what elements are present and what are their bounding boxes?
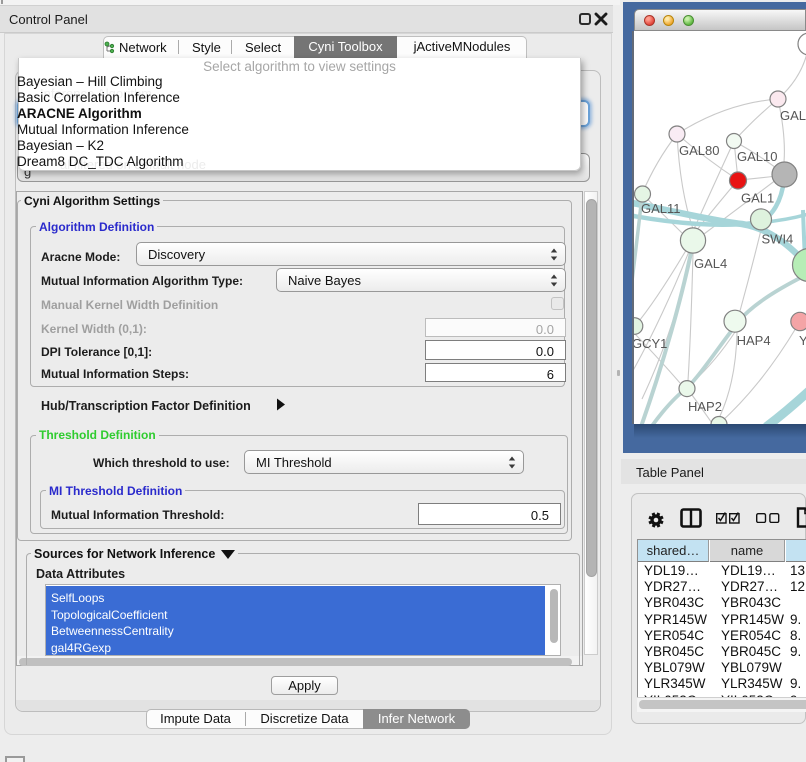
svg-text:GAL1: GAL1 xyxy=(741,191,774,206)
svg-text:GAL: GAL xyxy=(780,108,806,123)
svg-text:GAL10: GAL10 xyxy=(737,149,777,164)
svg-text:GAL11: GAL11 xyxy=(641,201,681,216)
svg-text:GAL80: GAL80 xyxy=(679,143,719,158)
svg-text:HAP4: HAP4 xyxy=(737,333,771,348)
svg-text:Y: Y xyxy=(799,333,806,348)
svg-text:HAP2: HAP2 xyxy=(688,399,722,414)
svg-text:SWI4: SWI4 xyxy=(762,232,794,247)
svg-text:GCY1: GCY1 xyxy=(634,336,667,351)
svg-text:GAL4: GAL4 xyxy=(694,256,727,271)
